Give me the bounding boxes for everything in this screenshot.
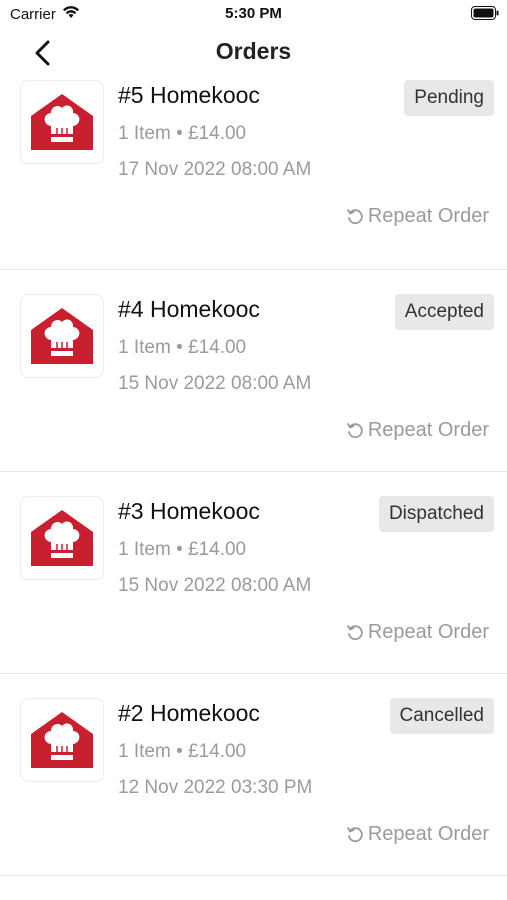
page-title: Orders [215,38,292,64]
order-card[interactable]: #3 Homekooc 1 Item • £14.00 15 Nov 2022 … [0,472,507,674]
status-badge: Cancelled [389,698,494,734]
order-card[interactable]: #4 Homekooc 1 Item • £14.00 15 Nov 2022 … [0,270,507,472]
order-title: #2 Homekooc [118,700,260,726]
battery-icon [471,6,499,20]
refresh-icon [346,422,363,438]
order-summary: 1 Item • £14.00 [118,337,247,358]
status-badge: Pending [404,80,494,116]
status-time: 5:30 PM [225,5,282,22]
repeat-order-label: Repeat Order [367,823,489,845]
order-title: #5 Homekooc [118,82,260,108]
status-badge: Accepted [394,294,494,330]
order-date: 12 Nov 2022 03:30 PM [118,777,313,798]
order-date: 15 Nov 2022 08:00 AM [118,575,312,596]
navigation-bar: Orders [0,28,507,80]
repeat-order-label: Repeat Order [367,621,489,643]
repeat-order-label: Repeat Order [367,419,489,441]
chef-house-icon [31,712,93,768]
order-summary: 1 Item • £14.00 [118,741,247,762]
repeat-order-button[interactable]: Repeat Order [346,419,489,442]
restaurant-logo [20,496,104,580]
order-card[interactable]: #2 Homekooc 1 Item • £14.00 12 Nov 2022 … [0,674,507,876]
order-date: 15 Nov 2022 08:00 AM [118,373,312,394]
chef-house-icon [31,94,93,150]
repeat-order-button[interactable]: Repeat Order [346,823,489,846]
order-summary: 1 Item • £14.00 [118,539,247,560]
refresh-icon [346,624,363,640]
chef-house-icon [31,308,93,364]
restaurant-logo [20,294,104,378]
repeat-order-label: Repeat Order [367,205,489,227]
restaurant-logo [20,698,104,782]
status-badge: Dispatched [378,496,494,532]
refresh-icon [346,208,363,224]
restaurant-logo [20,80,104,164]
chef-house-icon [31,510,93,566]
repeat-order-button[interactable]: Repeat Order [346,205,489,228]
order-card[interactable]: #5 Homekooc 1 Item • £14.00 17 Nov 2022 … [0,80,507,270]
order-date: 17 Nov 2022 08:00 AM [118,159,312,180]
order-title: #4 Homekooc [118,296,260,322]
status-bar: Carrier 5:30 PM [0,0,507,28]
order-summary: 1 Item • £14.00 [118,123,247,144]
refresh-icon [346,826,363,842]
repeat-order-button[interactable]: Repeat Order [346,621,489,644]
order-title: #3 Homekooc [118,498,260,524]
orders-list: #5 Homekooc 1 Item • £14.00 17 Nov 2022 … [0,80,507,900]
